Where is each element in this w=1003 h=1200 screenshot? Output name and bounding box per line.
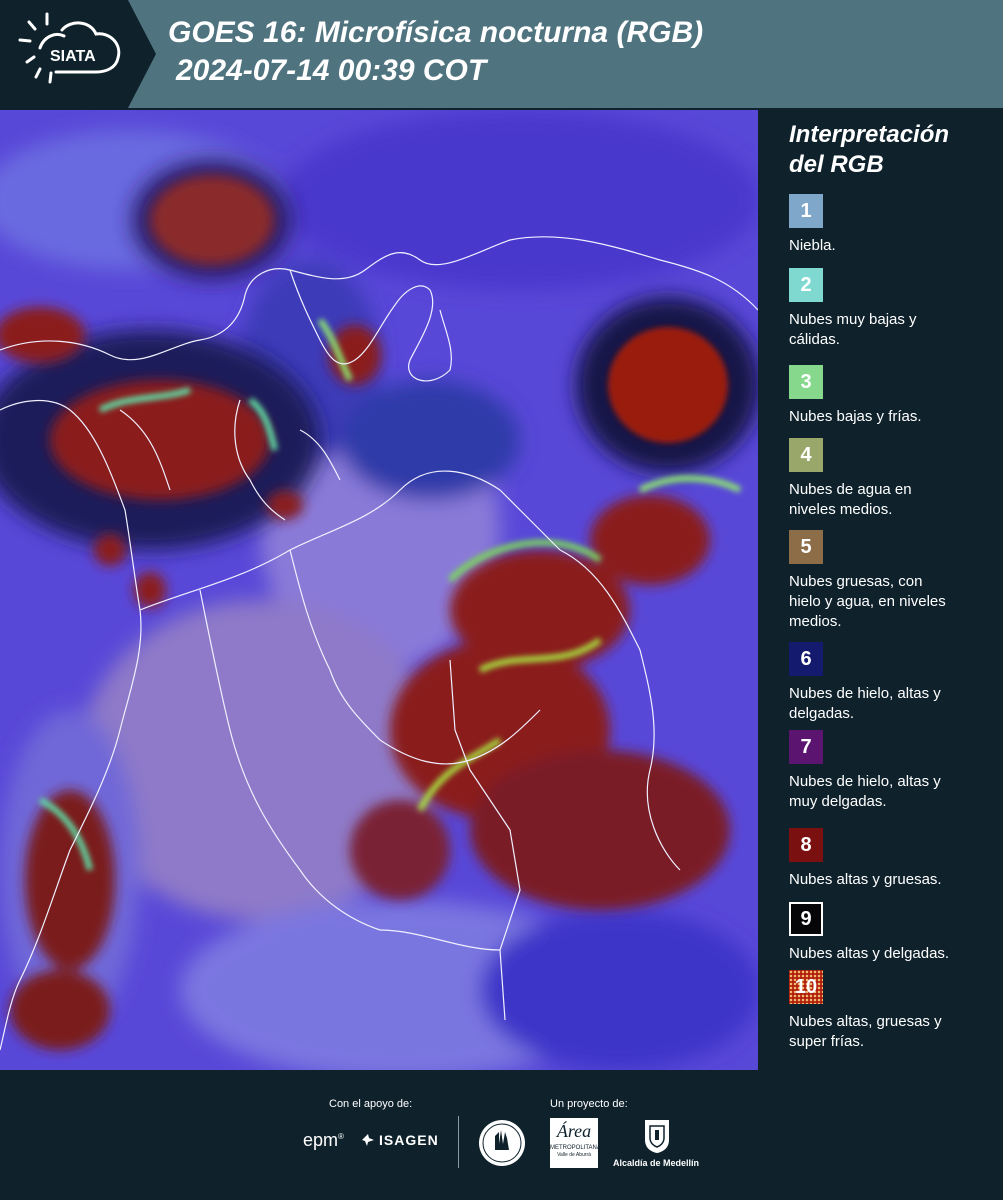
seal-icon <box>479 1120 525 1166</box>
legend-swatch-number: 6 <box>800 647 812 670</box>
title-line-2: 2024-07-14 00:39 COT <box>176 54 487 87</box>
legend-title-line-1: Interpretación <box>789 121 950 148</box>
legend-description: Nubes bajas y frías. <box>789 407 999 427</box>
legend-swatch-7: 7 <box>789 730 823 764</box>
legend-item-3: 3 Nubes bajas y frías. <box>789 365 999 427</box>
legend-swatch-number: 2 <box>800 273 812 296</box>
epm-logo: epm® <box>303 1130 344 1150</box>
footer: Con el apoyo de: Un proyecto de: epm® IS… <box>0 1070 1003 1200</box>
legend-item-5: 5 Nubes gruesas, con hielo y agua, en nive… <box>789 530 999 632</box>
legend-item-6: 6 Nubes de hielo, altas y delgadas. <box>789 642 999 724</box>
legend-item-8: 8 Nubes altas y gruesas. <box>789 828 999 890</box>
header: SIATA GOES 16: Microfísica nocturna (RGB… <box>0 0 1003 108</box>
legend-description: Nubes gruesas, con hielo y agua, en nivel… <box>789 572 999 632</box>
support-label: Con el apoyo de: <box>329 1098 413 1110</box>
legend-description-line: delgadas. <box>789 705 855 722</box>
legend-panel: Interpretación del RGB 1 Niebla. 2 Nubes mu… <box>760 110 1003 1070</box>
alcaldia-shield-icon <box>645 1120 669 1153</box>
legend-swatch-number: 8 <box>800 833 812 856</box>
legend-swatch-10: 10 <box>789 970 823 1004</box>
legend-description-line: niveles medios. <box>789 501 893 518</box>
legend-description: Nubes muy bajas y cálidas. <box>789 310 999 350</box>
legend-description-line: muy delgadas. <box>789 793 887 810</box>
legend-item-10: 10 Nubes altas, gruesas y super frías. <box>789 970 999 1052</box>
legend-swatch-number: 5 <box>800 535 812 558</box>
legend-description-line: cálidas. <box>789 331 840 348</box>
siata-logo: SIATA <box>0 0 158 108</box>
legend-description: Nubes de hielo, altas y muy delgadas. <box>789 772 999 812</box>
legend-description-line: Nubes gruesas, con <box>789 573 923 590</box>
legend-description: Nubes de hielo, altas y delgadas. <box>789 684 999 724</box>
legend-description: Nubes altas, gruesas y super frías. <box>789 1012 999 1052</box>
project-label: Un proyecto de: <box>550 1098 628 1110</box>
legend-description-line: Nubes altas y gruesas. <box>789 871 942 888</box>
legend-swatch-6: 6 <box>789 642 823 676</box>
legend-description-line: Niebla. <box>789 237 836 254</box>
footer-separator <box>458 1116 459 1168</box>
legend-description-line: Nubes altas y delgadas. <box>789 945 950 962</box>
legend-swatch-number: 4 <box>800 443 812 466</box>
area-metropolitana-logo: Área METROPOLITANA Valle de Aburrá <box>550 1118 601 1168</box>
legend-title-line-2: del RGB <box>789 151 884 178</box>
legend-description: Nubes altas y delgadas. <box>789 944 999 964</box>
legend-swatch-8: 8 <box>789 828 823 862</box>
legend-item-1: 1 Niebla. <box>789 194 999 256</box>
legend-swatch-number: 10 <box>794 975 818 998</box>
legend-item-7: 7 Nubes de hielo, altas y muy delgadas. <box>789 730 999 812</box>
legend-description-line: medios. <box>789 613 842 630</box>
legend-swatch-number: 7 <box>800 735 812 758</box>
legend-description-line: Nubes de hielo, altas y <box>789 685 941 702</box>
page-title: GOES 16: Microfísica nocturna (RGB) 2024… <box>168 14 703 90</box>
legend-description-line: super frías. <box>789 1033 865 1050</box>
map-canvas <box>0 110 758 1070</box>
legend-title: Interpretación del RGB <box>789 120 949 180</box>
legend-swatch-number: 3 <box>800 370 812 393</box>
legend-swatch-number: 1 <box>800 199 812 222</box>
legend-swatch-1: 1 <box>789 194 823 228</box>
legend-description: Niebla. <box>789 236 999 256</box>
title-line-1: GOES 16: Microfísica nocturna (RGB) <box>168 16 704 49</box>
legend-swatch-number: 9 <box>800 907 812 930</box>
legend-item-2: 2 Nubes muy bajas y cálidas. <box>789 268 999 350</box>
alcaldia-logo-text: Alcaldía de Medellín <box>613 1158 700 1168</box>
isagen-mark-icon <box>362 1134 374 1146</box>
legend-description-line: Nubes muy bajas y <box>789 311 917 328</box>
isagen-logo: ISAGEN <box>360 1132 439 1148</box>
satellite-map <box>0 110 758 1070</box>
legend-swatch-2: 2 <box>789 268 823 302</box>
legend-description-line: Nubes de hielo, altas y <box>789 773 941 790</box>
legend-item-9: 9 Nubes altas y delgadas. <box>789 902 999 964</box>
legend-swatch-3: 3 <box>789 365 823 399</box>
legend-swatch-5: 5 <box>789 530 823 564</box>
legend-description-line: Nubes bajas y frías. <box>789 408 922 425</box>
legend-item-4: 4 Nubes de agua en niveles medios. <box>789 438 999 520</box>
legend-swatch-4: 4 <box>789 438 823 472</box>
legend-description-line: hielo y agua, en niveles <box>789 593 946 610</box>
legend-description: Nubes de agua en niveles medios. <box>789 480 999 520</box>
legend-swatch-9: 9 <box>789 902 823 936</box>
legend-description: Nubes altas y gruesas. <box>789 870 999 890</box>
logo-text: SIATA <box>50 48 96 65</box>
legend-description-line: Nubes altas, gruesas y <box>789 1013 942 1030</box>
legend-description-line: Nubes de agua en <box>789 481 912 498</box>
